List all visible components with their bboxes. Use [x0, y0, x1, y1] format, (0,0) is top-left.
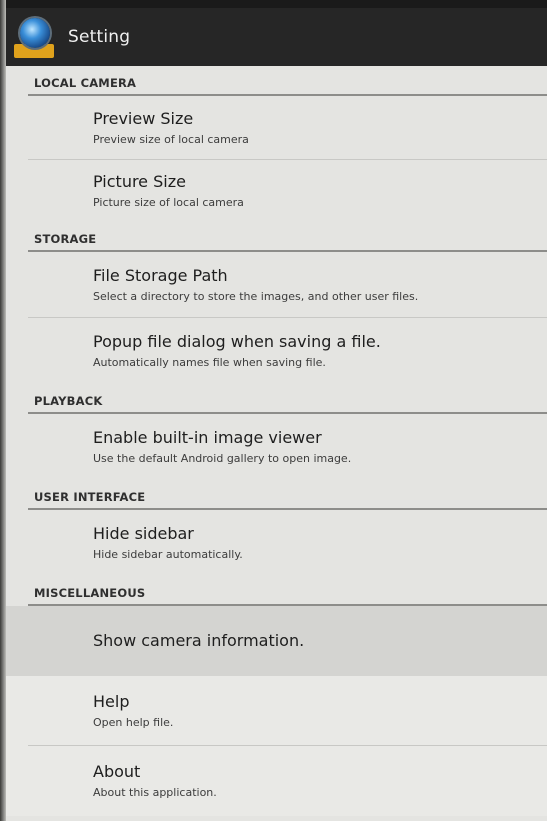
pref-title: File Storage Path [93, 266, 228, 285]
action-bar: Setting [6, 8, 547, 66]
pref-show-camera-info[interactable]: Show camera information. [6, 606, 547, 676]
pref-preview-size[interactable]: Preview Size Preview size of local camer… [6, 96, 547, 160]
pref-title: Show camera information. [93, 631, 305, 650]
camera-app-icon[interactable] [12, 14, 58, 60]
lower-pref-group: Help Open help file. About About this ap… [6, 676, 547, 816]
pref-summary: Select a directory to store the images, … [93, 290, 419, 303]
section-header-label: LOCAL CAMERA [34, 76, 137, 90]
pref-summary: Picture size of local camera [93, 196, 244, 209]
settings-list: LOCAL CAMERA Preview Size Preview size o… [6, 66, 547, 816]
camera-lens-shape [20, 18, 50, 48]
pref-hide-sidebar[interactable]: Hide sidebar Hide sidebar automatically. [6, 510, 547, 576]
pref-popup-file-dialog[interactable]: Popup file dialog when saving a file. Au… [6, 318, 547, 384]
pref-title: About [93, 762, 141, 781]
pref-summary: Preview size of local camera [93, 133, 249, 146]
pref-picture-size[interactable]: Picture Size Picture size of local camer… [6, 160, 547, 222]
pref-title: Popup file dialog when saving a file. [93, 332, 381, 351]
section-header-label: PLAYBACK [34, 394, 103, 408]
pref-summary: About this application. [93, 786, 217, 799]
pref-title: Preview Size [93, 109, 194, 128]
section-header-local-camera: LOCAL CAMERA [6, 66, 547, 96]
section-header-label: USER INTERFACE [34, 490, 146, 504]
section-header-label: MISCELLANEOUS [34, 586, 146, 600]
section-header-storage: STORAGE [6, 222, 547, 252]
section-header-label: STORAGE [34, 232, 97, 246]
pref-title: Help [93, 692, 130, 711]
pref-about[interactable]: About About this application. [6, 746, 547, 816]
section-header-user-interface: USER INTERFACE [6, 480, 547, 510]
pref-summary: Open help file. [93, 716, 174, 729]
app-title: Setting [68, 27, 131, 47]
pref-file-storage-path[interactable]: File Storage Path Select a directory to … [6, 252, 547, 318]
settings-screen: Setting LOCAL CAMERA Preview Size Previe… [0, 0, 547, 821]
section-header-miscellaneous: MISCELLANEOUS [6, 576, 547, 606]
device-bezel-top [0, 0, 547, 8]
pref-summary: Automatically names file when saving fil… [93, 356, 326, 369]
pref-help[interactable]: Help Open help file. [6, 676, 547, 746]
pref-enable-image-viewer[interactable]: Enable built-in image viewer Use the def… [6, 414, 547, 480]
pref-title: Enable built-in image viewer [93, 428, 322, 447]
pref-summary: Hide sidebar automatically. [93, 548, 243, 561]
pref-title: Hide sidebar [93, 524, 194, 543]
pref-title: Picture Size [93, 172, 186, 191]
section-header-playback: PLAYBACK [6, 384, 547, 414]
pref-summary: Use the default Android gallery to open … [93, 452, 352, 465]
